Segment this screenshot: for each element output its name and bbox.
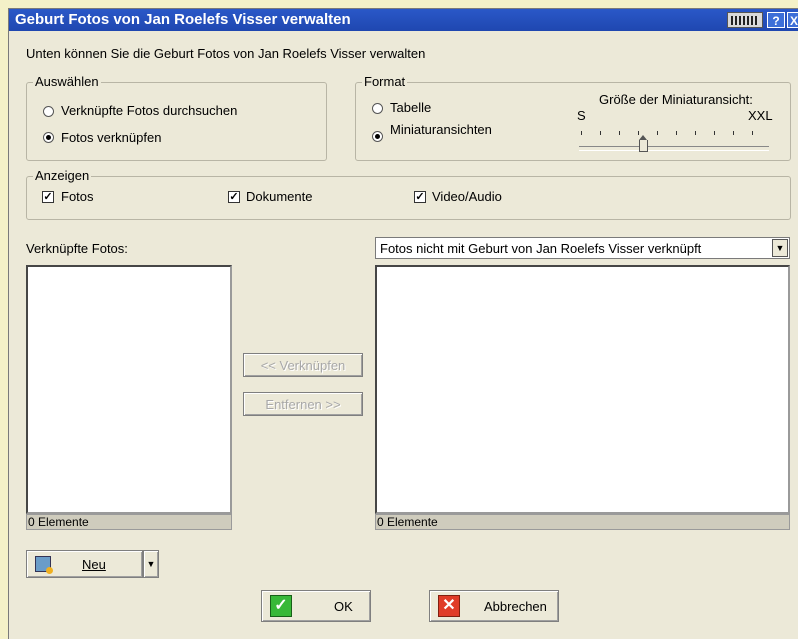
radio-browse-linked[interactable]	[43, 106, 54, 117]
link-button-label: << Verknüpfen	[260, 358, 346, 373]
slider-tick	[752, 131, 753, 135]
unlinked-photos-status: 0 Elemente	[375, 514, 790, 530]
radio-browse-linked-label[interactable]: Verknüpfte Fotos durchsuchen	[61, 103, 237, 118]
checkmark-icon: ✓	[270, 595, 292, 617]
window-title: Geburt Fotos von Jan Roelefs Visser verw…	[15, 11, 351, 28]
new-dropdown-button[interactable]: ▼	[143, 550, 159, 578]
auswaehlen-group	[26, 82, 327, 161]
radio-thumbnails[interactable]	[372, 131, 383, 142]
cancel-button[interactable]: ✕ Abbrechen	[429, 590, 559, 622]
slider-tick	[657, 131, 658, 135]
slider-tick	[714, 131, 715, 135]
radio-link-photos-label[interactable]: Fotos verknüpfen	[61, 130, 161, 145]
slider-tick	[676, 131, 677, 135]
checkbox-fotos[interactable]: ✓	[42, 191, 54, 203]
anzeigen-group	[26, 176, 791, 220]
thumbnail-size-min: S	[577, 108, 586, 123]
photo-filter-value: Fotos nicht mit Geburt von Jan Roelefs V…	[380, 241, 702, 256]
thumbnail-size-label: Größe der Miniaturansicht:	[599, 92, 753, 107]
new-button-label: Neu	[82, 557, 106, 572]
checkbox-video-audio-label[interactable]: Video/Audio	[432, 189, 502, 204]
slider-tick	[600, 131, 601, 135]
linked-photos-status: 0 Elemente	[26, 514, 232, 530]
chevron-down-icon: ▼	[146, 559, 156, 569]
manage-photos-dialog: Geburt Fotos von Jan Roelefs Visser verw…	[8, 8, 798, 639]
ok-button[interactable]: ✓ OK	[261, 590, 371, 622]
unlinked-photos-list[interactable]	[375, 265, 790, 514]
slider-tick	[733, 131, 734, 135]
photo-filter-dropdown[interactable]: Fotos nicht mit Geburt von Jan Roelefs V…	[375, 237, 790, 259]
ok-button-label: OK	[334, 599, 353, 614]
slider-tick	[695, 131, 696, 135]
radio-thumbnails-label[interactable]: Miniaturansichten	[390, 122, 492, 137]
help-button[interactable]: ?	[767, 12, 785, 28]
title-bar: Geburt Fotos von Jan Roelefs Visser verw…	[9, 9, 798, 31]
anzeigen-legend: Anzeigen	[33, 168, 92, 183]
close-button[interactable]: X	[787, 12, 798, 28]
x-icon: ✕	[438, 595, 460, 617]
slider-tick	[619, 131, 620, 135]
link-button[interactable]: << Verknüpfen	[243, 353, 363, 377]
linked-photos-header: Verknüpfte Fotos:	[26, 241, 128, 256]
chevron-down-icon[interactable]: ▼	[772, 239, 788, 257]
checkbox-fotos-label[interactable]: Fotos	[61, 189, 94, 204]
checkbox-video-audio[interactable]: ✓	[414, 191, 426, 203]
linked-photos-list[interactable]	[26, 265, 232, 514]
remove-button[interactable]: Entfernen >>	[243, 392, 363, 416]
new-photo-icon	[35, 556, 53, 574]
slider-tick	[581, 131, 582, 135]
format-legend: Format	[362, 74, 408, 89]
radio-table-label[interactable]: Tabelle	[390, 100, 431, 115]
radio-table[interactable]	[372, 103, 383, 114]
auswaehlen-legend: Auswählen	[33, 74, 101, 89]
intro-text: Unten können Sie die Geburt Fotos von Ja…	[26, 46, 426, 61]
keyboard-button[interactable]	[727, 12, 763, 28]
checkbox-dokumente-label[interactable]: Dokumente	[246, 189, 312, 204]
cancel-button-label: Abbrechen	[484, 599, 547, 614]
radio-link-photos[interactable]	[43, 132, 54, 143]
thumbnail-size-max: XXL	[748, 108, 773, 123]
checkbox-dokumente[interactable]: ✓	[228, 191, 240, 203]
keyboard-icon	[731, 16, 759, 25]
slider-track[interactable]	[579, 146, 769, 151]
new-button[interactable]: Neu	[26, 550, 143, 578]
remove-button-label: Entfernen >>	[265, 397, 341, 412]
slider-thumb[interactable]	[638, 135, 648, 152]
